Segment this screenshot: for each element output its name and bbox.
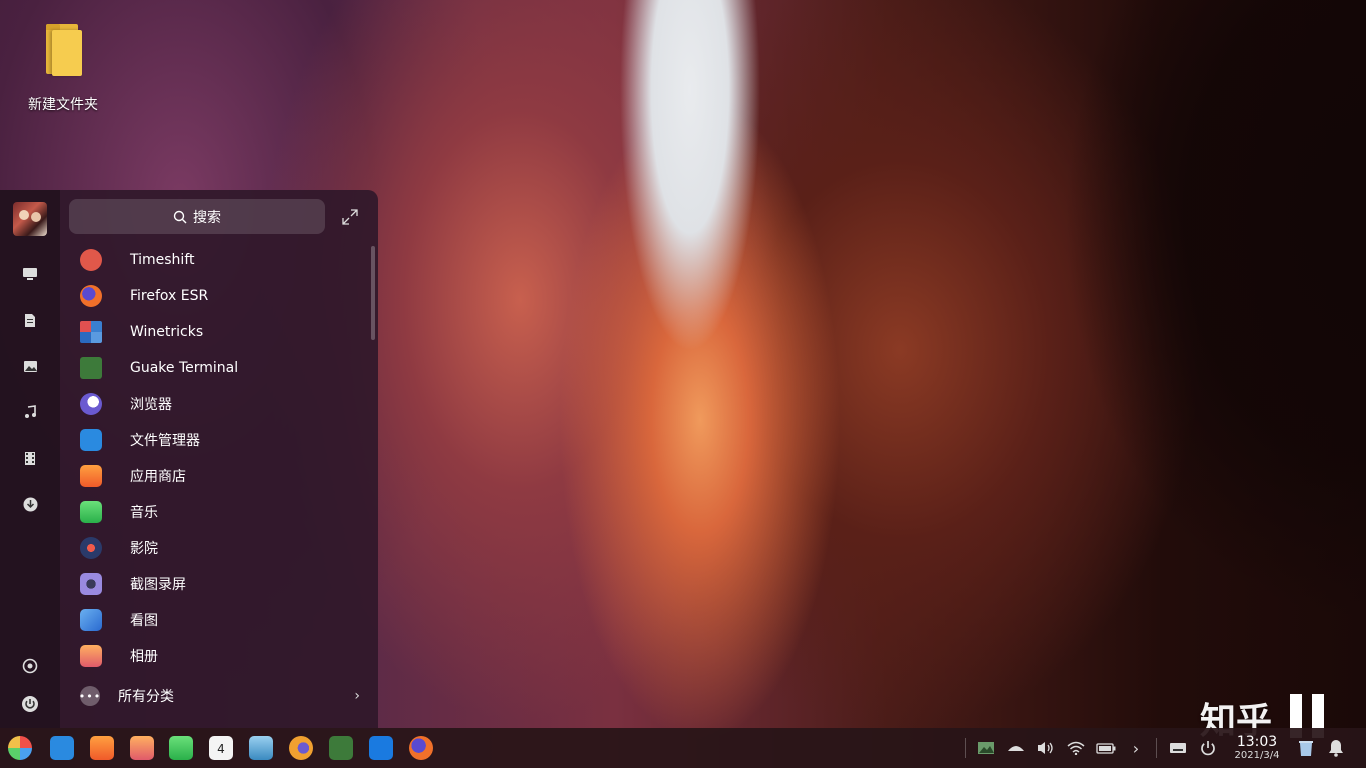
app-label: 相册 bbox=[130, 649, 158, 665]
app-item-music[interactable]: 音乐 bbox=[60, 494, 370, 530]
wifi-icon[interactable] bbox=[1066, 738, 1086, 758]
app-item-screenshot[interactable]: 截图录屏 bbox=[60, 566, 370, 602]
app-label: 截图录屏 bbox=[130, 577, 186, 593]
notification-bell-icon[interactable] bbox=[1326, 738, 1346, 758]
clock[interactable]: 13:03 2021/3/4 bbox=[1230, 734, 1284, 762]
screenshot-icon bbox=[80, 573, 102, 595]
winetricks-icon bbox=[80, 321, 102, 343]
clock-date: 2021/3/4 bbox=[1234, 750, 1280, 761]
calendar-icon[interactable]: 4 bbox=[209, 736, 233, 760]
clock-time: 13:03 bbox=[1236, 734, 1278, 750]
app-launcher: 搜索 Timeshift Firefox ESR Winetricks Guak… bbox=[0, 190, 378, 728]
app-label: 文件管理器 bbox=[130, 433, 200, 449]
all-categories-label: 所有分类 bbox=[118, 689, 174, 705]
album-icon[interactable] bbox=[130, 736, 154, 760]
file-manager-icon[interactable] bbox=[50, 736, 74, 760]
firefox-icon bbox=[80, 285, 102, 307]
chevron-right-icon[interactable]: › bbox=[1126, 738, 1146, 758]
album-icon bbox=[80, 645, 102, 667]
downloads-icon[interactable] bbox=[20, 494, 40, 514]
cloud-tray-icon[interactable] bbox=[1006, 738, 1026, 758]
avatar[interactable] bbox=[13, 202, 47, 236]
app-icon-blue[interactable] bbox=[369, 736, 393, 760]
fullscreen-toggle-button[interactable] bbox=[341, 208, 359, 226]
music-app-icon bbox=[80, 501, 102, 523]
folder-icon bbox=[44, 24, 82, 76]
documents-icon[interactable] bbox=[20, 310, 40, 330]
app-label: 影院 bbox=[130, 541, 158, 557]
search-icon bbox=[173, 210, 187, 223]
keyboard-icon[interactable] bbox=[1168, 738, 1188, 758]
pictures-icon[interactable] bbox=[20, 356, 40, 376]
power-icon[interactable] bbox=[20, 694, 40, 714]
divider bbox=[965, 738, 966, 758]
settings-icon[interactable] bbox=[20, 656, 40, 676]
file-manager-icon bbox=[80, 429, 102, 451]
launcher-button[interactable] bbox=[8, 736, 32, 760]
app-label: 音乐 bbox=[130, 505, 158, 521]
app-label: 应用商店 bbox=[130, 469, 186, 485]
taskbar: 4 › 13:03 2021/3/4 bbox=[0, 728, 1366, 768]
power-icon[interactable] bbox=[1198, 738, 1218, 758]
timeshift-icon bbox=[80, 249, 102, 271]
chevron-right-icon: › bbox=[354, 688, 360, 704]
guake-terminal-icon bbox=[80, 357, 102, 379]
music-app-icon[interactable] bbox=[169, 736, 193, 760]
app-label: Timeshift bbox=[130, 252, 195, 268]
app-item-app-store[interactable]: 应用商店 bbox=[60, 458, 370, 494]
firefox-icon[interactable] bbox=[409, 736, 433, 760]
app-label: Guake Terminal bbox=[130, 360, 239, 376]
app-item-browser[interactable]: 浏览器 bbox=[60, 386, 370, 422]
app-item-album[interactable]: 相册 bbox=[60, 638, 370, 674]
desktop-folder-label: 新建文件夹 bbox=[28, 97, 98, 113]
search-placeholder: 搜索 bbox=[193, 209, 221, 226]
scrollbar[interactable] bbox=[371, 246, 375, 340]
trash-icon[interactable] bbox=[1296, 738, 1316, 758]
all-categories-button[interactable]: ••• 所有分类 › bbox=[60, 678, 370, 714]
search-input[interactable]: 搜索 bbox=[69, 199, 325, 234]
app-item-image-viewer[interactable]: 看图 bbox=[60, 602, 370, 638]
music-icon[interactable] bbox=[20, 402, 40, 422]
app-label: 看图 bbox=[130, 613, 158, 629]
more-icon: ••• bbox=[79, 686, 100, 706]
movie-icon bbox=[80, 537, 102, 559]
browser-icon bbox=[80, 393, 102, 415]
app-label: 浏览器 bbox=[130, 397, 172, 413]
app-label: Firefox ESR bbox=[130, 288, 209, 304]
app-label: Winetricks bbox=[130, 324, 204, 340]
app-item-file-manager[interactable]: 文件管理器 bbox=[60, 422, 370, 458]
wallpaper bbox=[1000, 0, 1366, 728]
app-store-icon bbox=[80, 465, 102, 487]
system-monitor-icon[interactable] bbox=[249, 736, 273, 760]
app-list: Timeshift Firefox ESR Winetricks Guake T… bbox=[60, 242, 370, 674]
divider bbox=[1156, 738, 1157, 758]
launcher-sidebar bbox=[0, 190, 60, 728]
app-item-winetricks[interactable]: Winetricks bbox=[60, 314, 370, 350]
app-item-firefox-esr[interactable]: Firefox ESR bbox=[60, 278, 370, 314]
deepin-voice-icon[interactable] bbox=[289, 736, 313, 760]
app-store-icon[interactable] bbox=[90, 736, 114, 760]
battery-icon[interactable] bbox=[1096, 738, 1116, 758]
wallpaper-tray-icon[interactable] bbox=[976, 738, 996, 758]
guake-terminal-icon[interactable] bbox=[329, 736, 353, 760]
app-item-movie[interactable]: 影院 bbox=[60, 530, 370, 566]
computer-icon[interactable] bbox=[20, 264, 40, 284]
expand-icon bbox=[342, 209, 358, 225]
videos-icon[interactable] bbox=[20, 448, 40, 468]
volume-icon[interactable] bbox=[1035, 738, 1055, 758]
image-viewer-icon bbox=[80, 609, 102, 631]
desktop-folder[interactable]: 新建文件夹 bbox=[18, 20, 108, 114]
app-item-timeshift[interactable]: Timeshift bbox=[60, 242, 370, 278]
app-item-guake-terminal[interactable]: Guake Terminal bbox=[60, 350, 370, 386]
